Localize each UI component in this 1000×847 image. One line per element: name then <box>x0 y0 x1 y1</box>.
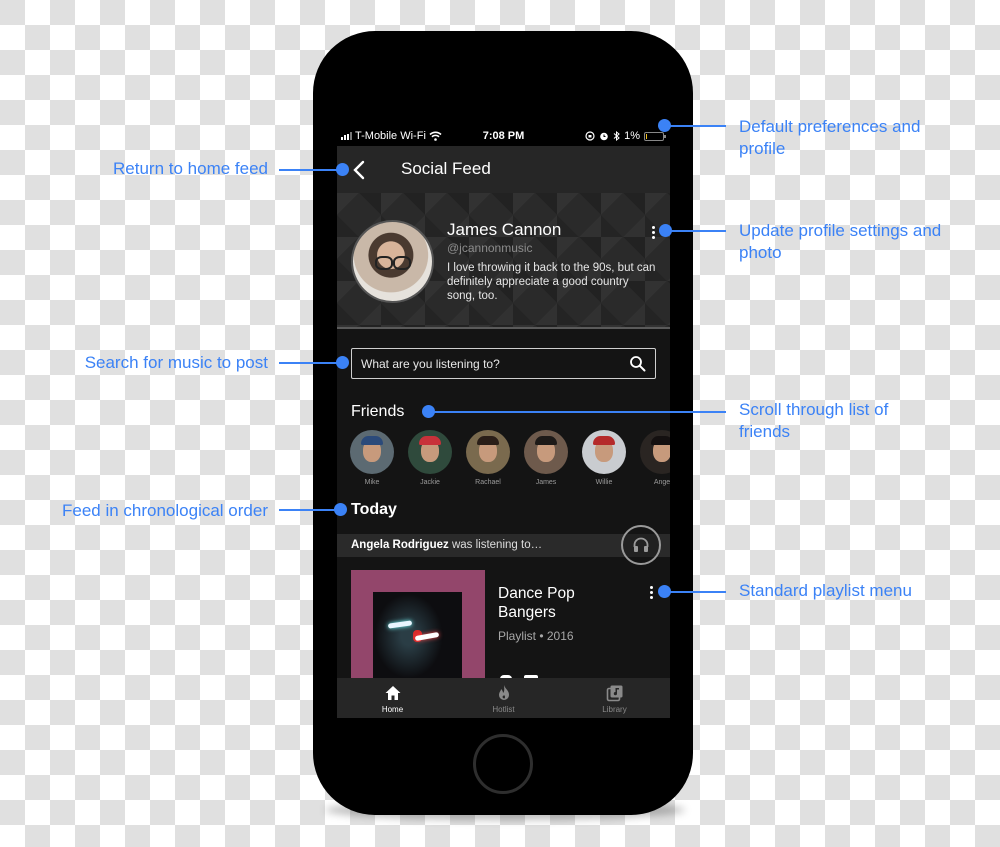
annotation-leader <box>664 591 726 593</box>
more-vertical-icon[interactable] <box>648 586 654 600</box>
annotation-leader <box>428 411 726 413</box>
bluetooth-icon <box>613 131 620 141</box>
friend-avatar <box>408 430 452 474</box>
friend-avatar <box>350 430 394 474</box>
annotation-dot <box>336 163 349 176</box>
page-title: Social Feed <box>401 159 491 178</box>
annotation-scroll-friends: Scroll through list of friends <box>739 400 889 441</box>
annotation-default-prefs: Default preferences and profile <box>739 117 921 158</box>
annotation-leader <box>279 362 343 364</box>
tab-label: Home <box>381 705 404 714</box>
activity-user[interactable]: Angela Rodriguez <box>351 539 449 551</box>
friends-carousel[interactable]: Mike Jackie Rachael James Willie Ange <box>350 430 670 486</box>
tab-label: Hotlist <box>492 705 515 714</box>
app-screen: Social Feed James Cannon @jcannonmusic I… <box>337 146 670 718</box>
battery-percent: 1% <box>624 130 640 142</box>
library-music-icon <box>606 685 622 702</box>
home-icon <box>385 686 400 700</box>
today-heading: Today <box>351 501 397 518</box>
annotation-search-music: Search for music to post <box>84 353 268 372</box>
friend-avatar <box>582 430 626 474</box>
profile-handle: @jcannonmusic <box>447 241 533 255</box>
friend-item[interactable]: James <box>524 430 568 486</box>
activity-action: was listening to… <box>448 539 543 551</box>
friend-name: Willie <box>595 479 613 486</box>
status-bar: T-Mobile Wi-Fi 7:08 PM 1% <box>337 126 670 146</box>
headphones-icon <box>633 537 649 552</box>
annotation-leader <box>279 169 343 171</box>
friend-item[interactable]: Jackie <box>408 430 452 486</box>
annotation-dot <box>334 503 347 516</box>
tab-home[interactable]: Home <box>337 678 448 718</box>
profile-avatar[interactable] <box>351 220 434 303</box>
friend-avatar <box>640 430 670 474</box>
annotation-return-home: Return to home feed <box>113 159 268 178</box>
friend-item[interactable]: Willie <box>582 430 626 486</box>
rotation-lock-icon <box>585 131 595 141</box>
annotation-update-profile: Update profile settings and photo <box>739 221 942 262</box>
playlist-cover[interactable] <box>351 570 485 702</box>
search-icon[interactable] <box>629 355 646 372</box>
friend-item[interactable]: Mike <box>350 430 394 486</box>
friends-heading: Friends <box>351 403 405 420</box>
friend-name: Ange <box>653 479 670 486</box>
profile-name: James Cannon <box>447 220 562 239</box>
alarm-icon <box>600 132 608 141</box>
friend-item[interactable]: Rachael <box>466 430 510 486</box>
search-input[interactable] <box>352 356 612 371</box>
playlist-title[interactable]: Dance Pop Bangers <box>498 584 618 622</box>
more-vertical-icon[interactable] <box>650 226 656 240</box>
friend-avatar <box>466 430 510 474</box>
annotation-playlist-menu: Standard playlist menu <box>739 581 912 600</box>
home-hardware-button[interactable] <box>473 734 533 794</box>
annotation-leader <box>664 125 726 127</box>
friend-name: Mike <box>364 479 380 486</box>
flame-icon <box>498 685 509 700</box>
search-box <box>351 348 656 379</box>
friend-name: Rachael <box>475 479 501 486</box>
tab-library[interactable]: Library <box>559 678 670 718</box>
friend-name: Jackie <box>420 479 440 486</box>
profile-header: James Cannon @jcannonmusic I love throwi… <box>337 193 670 329</box>
tab-hotlist[interactable]: Hotlist <box>448 678 559 718</box>
annotation-chronological: Feed in chronological order <box>61 501 268 520</box>
nav-bar: Social Feed <box>337 146 670 193</box>
battery-icon <box>644 131 666 141</box>
chevron-left-icon[interactable] <box>349 158 369 182</box>
friend-avatar <box>524 430 568 474</box>
profile-bio: I love throwing it back to the 90s, but … <box>447 262 656 302</box>
friend-name: James <box>535 479 557 486</box>
tab-label: Library <box>602 705 627 714</box>
tab-bar: Home Hotlist Library <box>337 678 670 718</box>
annotation-leader <box>665 230 726 232</box>
friend-item[interactable]: Ange <box>640 430 670 486</box>
annotation-dot <box>336 356 349 369</box>
playlist-meta: Playlist • 2016 <box>498 629 574 643</box>
listen-button[interactable] <box>621 525 661 565</box>
